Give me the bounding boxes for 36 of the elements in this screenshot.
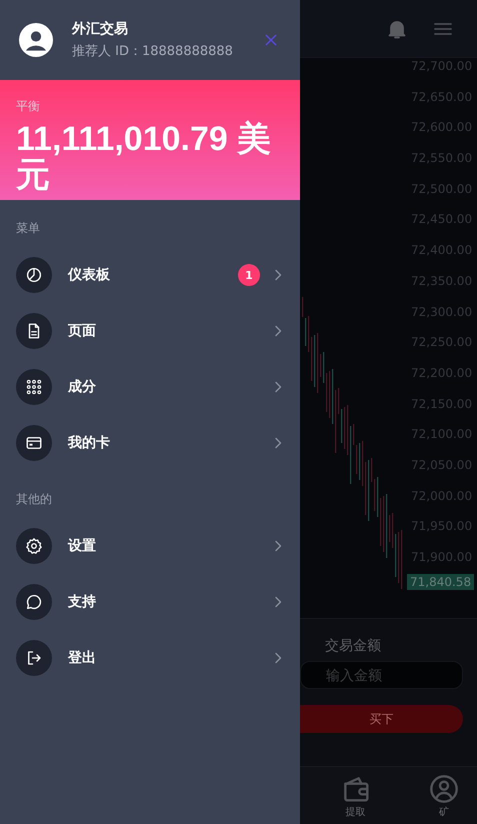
user-icon[interactable]: [428, 772, 460, 804]
balance-amount: 11,111,010.79 美元: [16, 121, 272, 193]
field-label: 交易金额: [325, 637, 382, 655]
logout-icon: [25, 649, 43, 667]
user-name: 外汇交易: [72, 20, 129, 38]
menu-label: 设置: [68, 537, 97, 555]
pie-chart-icon: [25, 266, 43, 284]
section-title: 菜单: [15, 220, 41, 237]
menu-item[interactable]: 登出: [0, 630, 300, 686]
menu-item[interactable]: 页面: [0, 303, 300, 359]
menu-label: 仪表板: [68, 266, 111, 284]
current-price-tag: 71,840.58: [407, 574, 474, 590]
amount-field[interactable]: 输入金额: [300, 661, 463, 689]
menu-item[interactable]: 设置: [0, 518, 300, 574]
close-icon[interactable]: [264, 33, 278, 47]
menu-label: 成分: [68, 378, 97, 396]
menu-item[interactable]: 仪表板 1: [0, 247, 300, 303]
menu-item[interactable]: 支持: [0, 574, 300, 630]
menu-label: 支持: [68, 593, 97, 611]
menu-label: 登出: [68, 649, 97, 667]
menu-label: 页面: [68, 322, 97, 340]
balance-label: 平衡: [16, 98, 41, 115]
menu-item[interactable]: 成分: [0, 359, 300, 415]
nav-label[interactable]: 矿: [439, 804, 450, 818]
settings-icon: [25, 537, 43, 555]
nav-label[interactable]: 提取: [346, 804, 366, 818]
menu-label: 我的卡: [68, 434, 111, 452]
chat-bubble-icon: [25, 593, 43, 611]
referrer-id: 推荐人 ID：18888888888: [72, 42, 234, 60]
section-title: 其他的: [15, 491, 53, 508]
avatar-icon: [19, 23, 53, 57]
count-badge: 1: [238, 264, 260, 286]
grid-icon: [25, 378, 43, 396]
card-icon: [25, 434, 43, 452]
menu-item[interactable]: 我的卡: [0, 415, 300, 471]
buy-button[interactable]: 买下: [300, 705, 463, 733]
